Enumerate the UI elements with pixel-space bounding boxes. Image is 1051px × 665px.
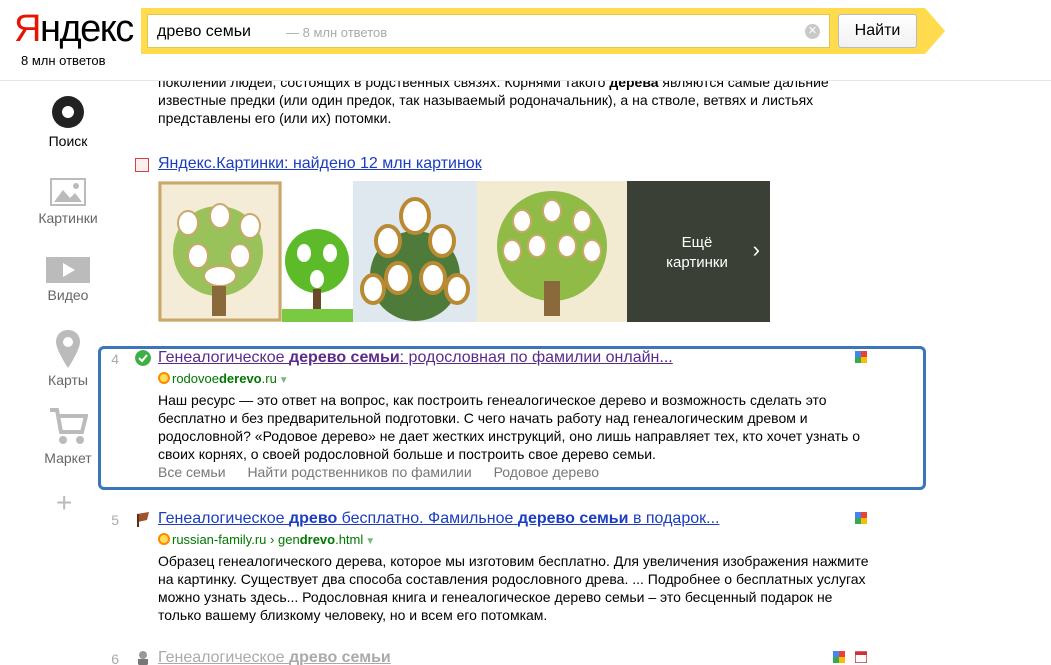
dropdown-arrow-icon[interactable]: ▼ [365,536,375,547]
sitelink[interactable]: Найти родственников по фамилии [247,464,471,480]
result-snippet: Образец генеалогического дерева, которое… [158,553,869,623]
result-sitelinks: Все семьи Найти родственников по фамилии… [158,464,617,480]
google-icon[interactable] [833,651,845,663]
clear-icon[interactable]: ✕ [805,24,820,39]
thumbnail[interactable] [353,181,477,322]
thumbnail[interactable] [158,181,282,322]
favicon-icon [158,372,170,384]
images-title-link[interactable]: Яндекс.Картинки: найдено 12 млн картинок [158,155,482,173]
search-button[interactable]: Найти [838,14,917,48]
google-icon[interactable] [855,351,867,363]
result-url[interactable]: rodovoederevo.ru ▼ [158,371,289,386]
yandex-logo[interactable]: Яндекс [14,8,134,51]
search-query: древо семьи [157,23,251,40]
result-title-link[interactable]: Генеалогическое древо бесплатно. Фамильн… [158,510,719,528]
result-number: 6 [111,651,119,665]
thumbnail[interactable] [282,181,353,322]
image-thumbnails: Ещё картинки › [158,181,770,322]
result-number: 4 [111,351,119,367]
result-url[interactable]: russian-family.ru › gendrevo.html ▼ [158,532,375,547]
calendar-icon[interactable] [855,651,867,663]
sitelink[interactable]: Родовое дерево [494,464,600,480]
results-area: поколений людей, состоящих в родственных… [0,81,1051,665]
check-icon [135,350,151,366]
chevron-right-icon: › [752,237,760,262]
google-icon[interactable] [855,512,867,524]
more-images-button[interactable]: Ещё картинки › [627,181,770,322]
favicon-icon [158,533,170,545]
dropdown-arrow-icon[interactable]: ▼ [279,375,289,386]
search-hint: — 8 млн ответов [286,25,388,40]
header: Яндекс 8 млн ответов древо семьи — 8 млн… [0,0,1051,80]
person-icon [138,651,148,665]
search-input[interactable]: древо семьи — 8 млн ответов ✕ [147,14,830,48]
result-number: 5 [111,512,119,528]
results-count: 8 млн ответов [21,53,106,68]
thumbnail[interactable] [477,181,627,322]
result-snippet: Наш ресурс — это ответ на вопрос, как по… [158,392,861,462]
result-title-link[interactable]: Генеалогическое дерево семьи: родословна… [158,349,673,367]
image-icon [135,158,149,172]
snippet-top: поколений людей, состоящих в родственных… [158,81,829,126]
sitelink[interactable]: Все семьи [158,464,226,480]
result-title-link[interactable]: Генеалогическое древо семьи [158,649,391,665]
flag-icon [137,512,149,527]
search-frame-arrow [925,8,945,54]
